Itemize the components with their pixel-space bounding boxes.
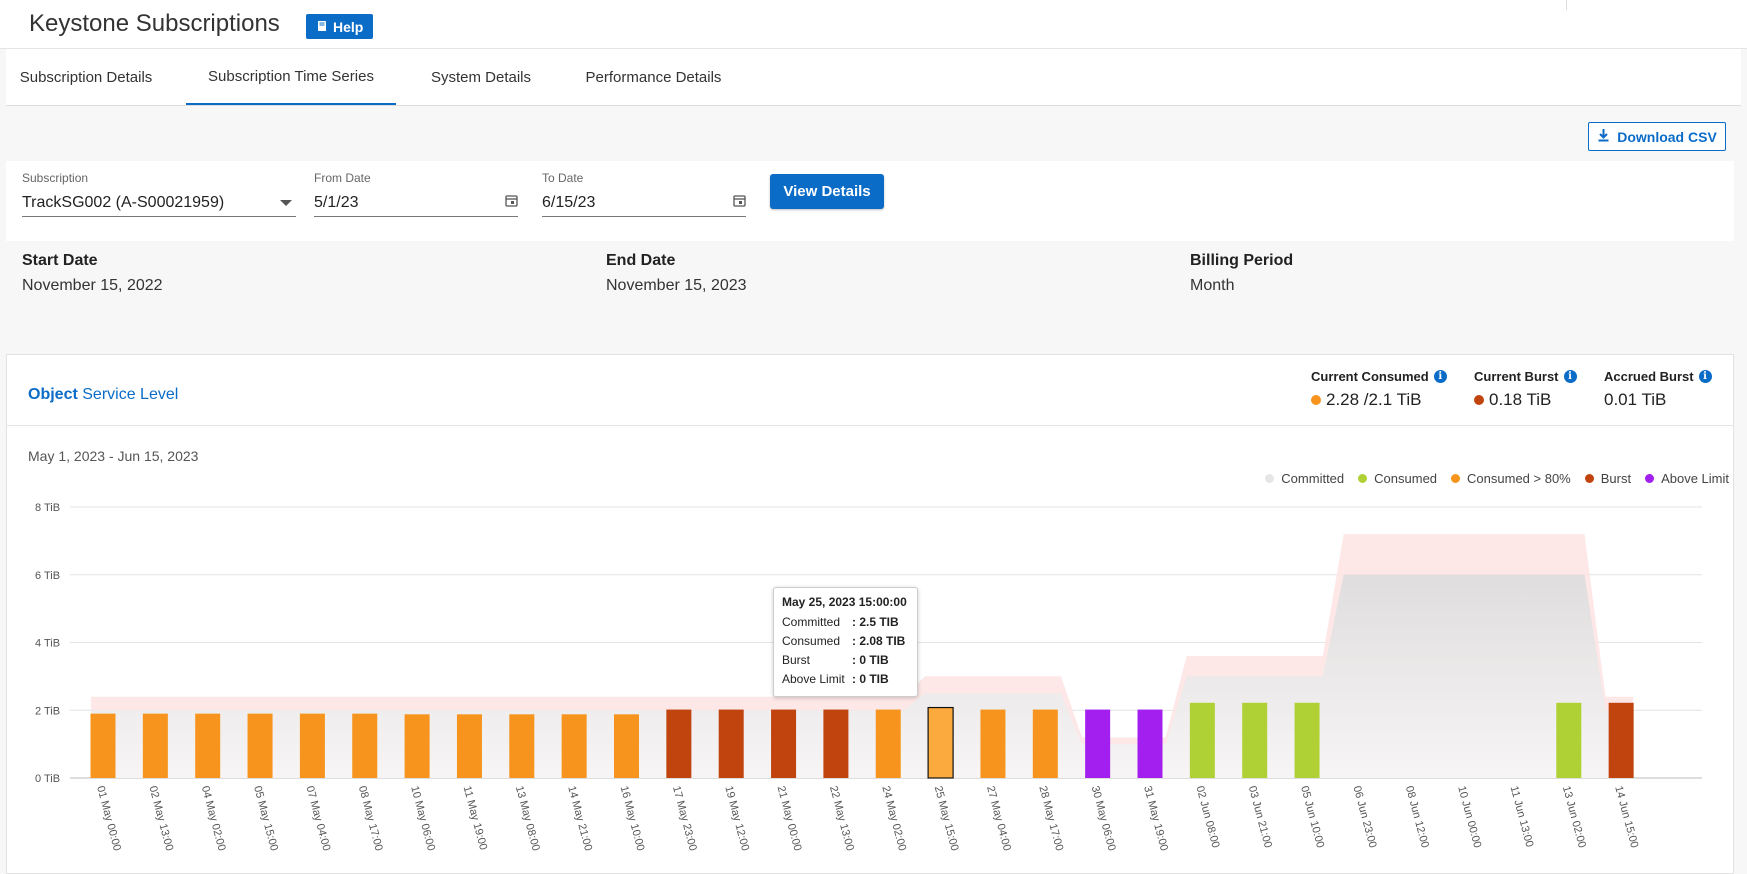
x-tick-label: 08 May 17:00 [356,785,385,852]
x-tick-label: 02 May 13:00 [146,785,175,852]
tooltip-row: Consumed : 2.08 TIB [782,632,909,651]
y-tick-label: 8 TiB [35,502,60,514]
tooltip-row: Above Limit : 0 TIB [782,670,909,689]
bar-above [1085,709,1111,778]
x-tick-label: 13 May 08:00 [513,785,542,852]
x-tick-label: 30 May 06:00 [1089,785,1118,852]
bar-consumed80 [509,714,535,778]
tooltip-value: : 0 TIB [852,672,889,686]
bar-consumed80 [614,714,639,778]
bar-burst [771,709,797,778]
x-tick-label: 05 Jun 10:00 [1298,785,1326,850]
x-tick-label: 17 May 23:00 [670,785,699,852]
bar-consumed80 [927,706,954,779]
bar-consumed80 [90,713,116,778]
x-tick-label: 11 Jun 13:00 [1508,785,1536,849]
tooltip-title: May 25, 2023 15:00:00 [782,595,907,609]
x-tick-label: 25 May 15:00 [932,785,961,852]
y-tick-label: 6 TiB [35,570,60,582]
y-tick-label: 0 TiB [35,773,60,785]
x-tick-label: 14 May 21:00 [565,785,594,852]
tooltip-value: : 2.5 TIB [852,615,899,629]
bar-consumed80 [980,709,1006,778]
bar-consumed80 [875,709,901,778]
bar-consumed80 [404,714,430,778]
tooltip-key: Committed [782,615,841,629]
x-tick-label: 06 Jun 23:00 [1351,785,1379,850]
tooltip-value: : 0 TIB [852,653,889,667]
y-tick-label: 4 TiB [35,638,60,650]
bar-consumed [1189,702,1215,778]
x-tick-label: 27 May 04:00 [984,785,1013,852]
x-tick-label: 31 May 19:00 [1141,785,1170,852]
tooltip-row: Committed : 2.5 TIB [782,613,909,632]
tooltip-key: Above Limit [782,672,845,686]
x-tick-label: 10 Jun 00:00 [1455,785,1483,850]
bar-above [1137,709,1163,778]
x-tick-label: 16 May 10:00 [618,785,647,852]
x-tick-label: 14 Jun 15:00 [1612,785,1640,850]
x-tick-label: 28 May 17:00 [1036,785,1065,852]
bar-consumed80 [456,714,482,778]
bar-consumed80 [247,713,273,778]
x-tick-label: 10 May 06:00 [408,785,437,852]
x-tick-label: 05 May 15:00 [251,785,280,852]
x-tick-label: 07 May 04:00 [304,785,333,852]
y-tick-label: 2 TiB [35,705,60,717]
x-tick-label: 22 May 13:00 [827,785,856,852]
bar-consumed80 [142,713,168,778]
x-tick-label: 03 Jun 21:00 [1246,785,1274,850]
bar-consumed [1556,702,1582,778]
x-tick-label: 13 Jun 02:00 [1560,785,1588,850]
x-tick-label: 01 May 00:00 [94,785,123,852]
bar-burst [718,709,744,778]
tooltip-key: Burst [782,653,811,667]
x-tick-label: 02 Jun 08:00 [1193,785,1221,850]
x-tick-label: 24 May 02:00 [879,785,908,852]
x-tick-label: 08 Jun 12:00 [1403,785,1431,850]
tooltip-key: Consumed [782,634,841,648]
bar-consumed80 [1032,709,1058,778]
x-tick-label: 19 May 12:00 [722,785,751,852]
bar-consumed [1294,702,1320,778]
bar-burst [666,709,692,778]
bar-consumed80 [561,714,587,778]
bar-consumed [1242,702,1268,778]
x-tick-label: 21 May 00:00 [775,785,804,852]
bar-consumed80 [352,713,378,778]
chart-tooltip: May 25, 2023 15:00:00 Committed : 2.5 TIB… [773,587,918,697]
bar-burst [1608,702,1634,778]
tooltip-value: : 2.08 TIB [852,634,906,648]
time-series-chart: 0 TiB 2 TiB 4 TiB 6 TiB 8 TiB 01 May 00:00 02 … [35,502,1702,852]
tooltip-row: Burst : 0 TIB [782,651,909,670]
bar-consumed80 [195,713,221,778]
bar-burst [823,709,849,778]
x-tick-label: 11 May 19:00 [461,785,490,852]
x-tick-label: 04 May 02:00 [199,785,228,852]
bar-consumed80 [299,713,325,778]
